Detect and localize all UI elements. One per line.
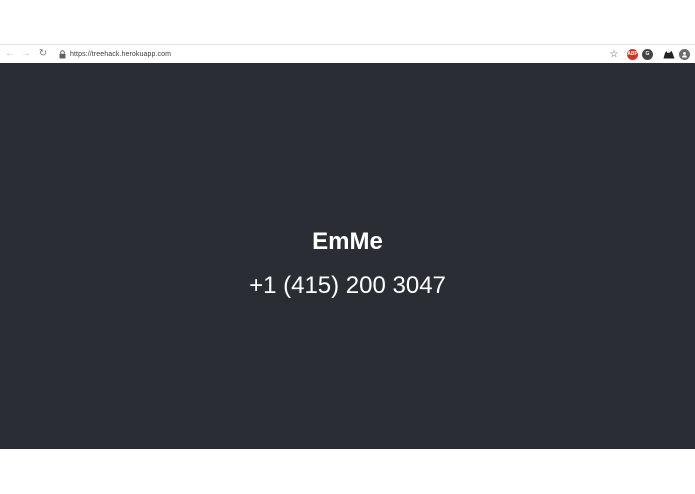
extension-red-icon[interactable]: ABP <box>627 48 638 60</box>
page-content: EmMe +1 (415) 200 3047 <box>0 63 695 449</box>
address-bar-url[interactable]: https://treehack.herokuapp.com <box>70 51 171 58</box>
lock-icon <box>57 48 67 60</box>
forward-button[interactable]: → <box>18 46 34 62</box>
extension-red-label: ABP <box>627 51 638 57</box>
address-bar[interactable]: https://treehack.herokuapp.com <box>57 47 607 61</box>
phone-number: +1 (415) 200 3047 <box>249 272 446 299</box>
extension-cat-icon[interactable] <box>663 49 675 60</box>
extension-dark-label: G <box>645 51 650 57</box>
back-button[interactable]: ← <box>2 46 18 62</box>
arrow-left-icon: ← <box>5 48 15 59</box>
extension-dark-icon[interactable]: G <box>642 48 653 60</box>
star-icon: ☆ <box>609 48 619 60</box>
bookmark-star-button[interactable]: ☆ <box>607 47 621 61</box>
page-title: EmMe <box>312 228 383 255</box>
arrow-right-icon: → <box>21 48 31 59</box>
screenshot-frame: ← → ↻ https://treehack.herokuapp.com ☆ A… <box>0 0 695 494</box>
reload-icon: ↻ <box>38 48 48 59</box>
browser-toolbar: ← → ↻ https://treehack.herokuapp.com ☆ A… <box>0 44 695 63</box>
profile-icon[interactable] <box>679 48 690 60</box>
reload-button[interactable]: ↻ <box>35 46 51 62</box>
